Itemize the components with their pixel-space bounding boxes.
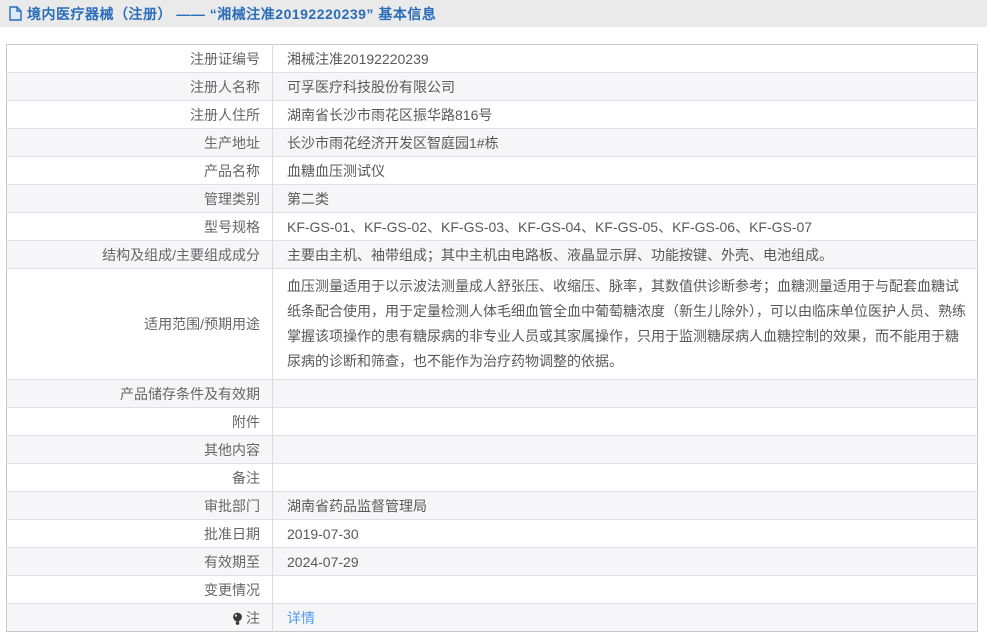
page-header: 境内医疗器械（注册） —— “湘械注准20192220239” 基本信息 — [0, 0, 987, 27]
row-label: 有效期至 — [7, 548, 273, 576]
note-label-text: 注 — [246, 608, 260, 628]
row-label: 管理类别 — [7, 185, 273, 213]
row-label: 注册证编号 — [7, 45, 273, 73]
row-value: 长沙市雨花经济开发区智庭园1#栋 — [273, 129, 978, 157]
row-label: 注册人住所 — [7, 101, 273, 129]
row-value: 2024-07-29 — [273, 548, 978, 576]
table-row-registrant-name: 注册人名称可孚医疗科技股份有限公司 — [7, 73, 978, 101]
table-row-approval-dept: 审批部门湖南省药品监督管理局 — [7, 492, 978, 520]
page-title: 境内医疗器械（注册） —— “湘械注准20192220239” 基本信息 — [27, 4, 436, 24]
row-label: 结构及组成/主要组成成分 — [7, 241, 273, 269]
row-label: 审批部门 — [7, 492, 273, 520]
row-label: 生产地址 — [7, 129, 273, 157]
bulb-icon — [232, 612, 243, 626]
row-label: 注 — [232, 608, 260, 628]
row-label: 附件 — [7, 408, 273, 436]
table-row-reg-number: 注册证编号湘械注准20192220239 — [7, 45, 978, 73]
row-label: 产品名称 — [7, 157, 273, 185]
table-row-attachments: 附件 — [7, 408, 978, 436]
row-label: 注册人名称 — [7, 73, 273, 101]
row-value: 血糖血压测试仪 — [273, 157, 978, 185]
row-value: 可孚医疗科技股份有限公司 — [273, 73, 978, 101]
row-value: 湘械注准20192220239 — [273, 45, 978, 73]
row-value — [273, 436, 978, 464]
table-row-product-name: 产品名称血糖血压测试仪 — [7, 157, 978, 185]
note-details-link[interactable]: 详情 — [287, 610, 315, 626]
table-row-approval-date: 批准日期2019-07-30 — [7, 520, 978, 548]
registration-info-section: 注册证编号湘械注准20192220239 注册人名称可孚医疗科技股份有限公司 注… — [6, 44, 979, 632]
row-value — [273, 576, 978, 604]
table-row-valid-until: 有效期至2024-07-29 — [7, 548, 978, 576]
row-value: 血压测量适用于以示波法测量成人舒张压、收缩压、脉率，其数值供诊断参考；血糖测量适… — [273, 269, 978, 380]
row-value: 主要由主机、袖带组成；其中主机由电路板、液晶显示屏、功能按键、外壳、电池组成。 — [273, 241, 978, 269]
table-row-registrant-address: 注册人住所湖南省长沙市雨花区振华路816号 — [7, 101, 978, 129]
table-row-note: 注 详情 — [7, 604, 978, 632]
row-value: 湖南省药品监督管理局 — [273, 492, 978, 520]
row-label: 批准日期 — [7, 520, 273, 548]
row-label: 适用范围/预期用途 — [7, 269, 273, 380]
row-label: 产品储存条件及有效期 — [7, 380, 273, 408]
row-value — [273, 380, 978, 408]
table-row-production-address: 生产地址长沙市雨花经济开发区智庭园1#栋 — [7, 129, 978, 157]
row-label: 其他内容 — [7, 436, 273, 464]
row-label: 变更情况 — [7, 576, 273, 604]
row-value — [273, 464, 978, 492]
document-icon — [9, 6, 22, 21]
table-row-model-spec: 型号规格KF-GS-01、KF-GS-02、KF-GS-03、KF-GS-04、… — [7, 213, 978, 241]
row-value: 第二类 — [273, 185, 978, 213]
row-label: 型号规格 — [7, 213, 273, 241]
registration-info-table: 注册证编号湘械注准20192220239 注册人名称可孚医疗科技股份有限公司 注… — [6, 44, 978, 632]
table-row-composition: 结构及组成/主要组成成分主要由主机、袖带组成；其中主机由电路板、液晶显示屏、功能… — [7, 241, 978, 269]
table-row-change-status: 变更情况 — [7, 576, 978, 604]
table-row-storage-validity: 产品储存条件及有效期 — [7, 380, 978, 408]
row-label: 备注 — [7, 464, 273, 492]
row-value: 2019-07-30 — [273, 520, 978, 548]
table-row-other-content: 其他内容 — [7, 436, 978, 464]
table-row-remarks: 备注 — [7, 464, 978, 492]
table-row-management-class: 管理类别第二类 — [7, 185, 978, 213]
row-value: KF-GS-01、KF-GS-02、KF-GS-03、KF-GS-04、KF-G… — [273, 213, 978, 241]
table-row-intended-use: 适用范围/预期用途血压测量适用于以示波法测量成人舒张压、收缩压、脉率，其数值供诊… — [7, 269, 978, 380]
row-value: 湖南省长沙市雨花区振华路816号 — [273, 101, 978, 129]
row-value — [273, 408, 978, 436]
